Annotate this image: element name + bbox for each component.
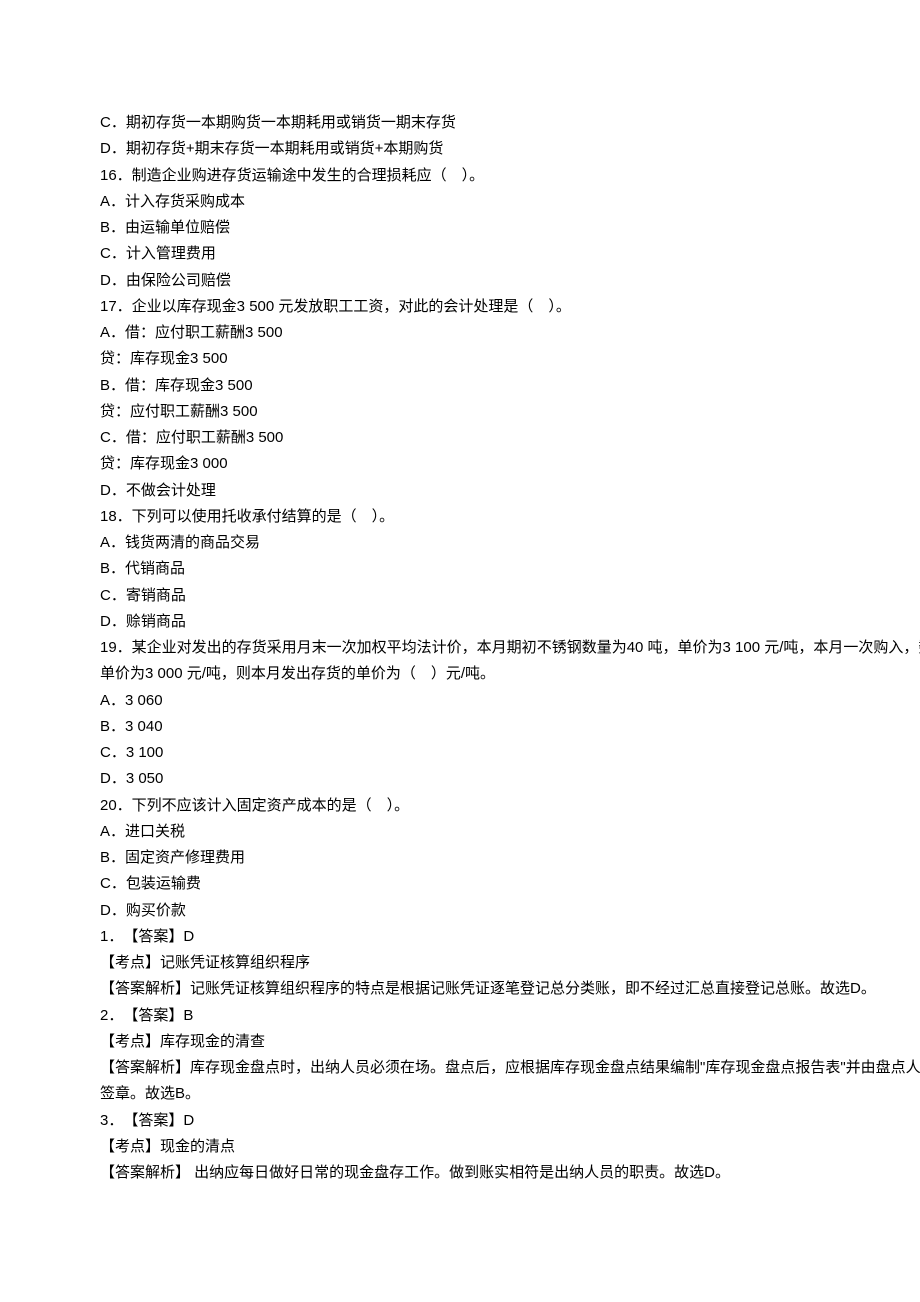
answer-exp-1: 【答案解析】库存现金盘点时，出纳人员必须在场。盘点后，应根据库存现金盘点结果编制… (100, 1055, 920, 1108)
question-4-option-0: A．进口关税 (100, 819, 920, 845)
question-0-option-1: B．由运输单位赔偿 (100, 215, 920, 241)
question-1-option-6: D．不做会计处理 (100, 478, 920, 504)
question-0-option-2: C．计入管理费用 (100, 241, 920, 267)
answer-kp-2: 【考点】现金的清点 (100, 1134, 920, 1160)
document-body: C．期初存货一本期购货一本期耗用或销货一期末存货D．期初存货+期末存货一本期耗用… (100, 110, 920, 1186)
question-stem-1: 17．企业以库存现金3 500 元发放职工工资，对此的会计处理是（ ）。 (100, 294, 920, 320)
answer-num-1: 2． 【答案】B (100, 1003, 920, 1029)
question-3-option-2: C．3 100 (100, 740, 920, 766)
question-stem-0: 16．制造企业购进存货运输途中发生的合理损耗应（ ）。 (100, 163, 920, 189)
question-1-option-5: 贷：库存现金3 000 (100, 451, 920, 477)
question-4-option-3: D．购买价款 (100, 898, 920, 924)
question-3-option-3: D．3 050 (100, 766, 920, 792)
question-1-option-1: 贷：库存现金3 500 (100, 346, 920, 372)
question-stem-2: 18．下列可以使用托收承付结算的是（ ）。 (100, 504, 920, 530)
question-stem-4: 20．下列不应该计入固定资产成本的是（ ）。 (100, 793, 920, 819)
question-1-option-0: A．借：应付职工薪酬3 500 (100, 320, 920, 346)
pre-option-1: D．期初存货+期末存货一本期耗用或销货+本期购货 (100, 136, 920, 162)
question-1-option-2: B．借：库存现金3 500 (100, 373, 920, 399)
question-4-option-1: B．固定资产修理费用 (100, 845, 920, 871)
answer-kp-0: 【考点】记账凭证核算组织程序 (100, 950, 920, 976)
question-0-option-0: A．计入存货采购成本 (100, 189, 920, 215)
answer-num-0: 1． 【答案】D (100, 924, 920, 950)
answer-num-2: 3． 【答案】D (100, 1108, 920, 1134)
question-0-option-3: D．由保险公司赔偿 (100, 268, 920, 294)
question-3-option-0: A．3 060 (100, 688, 920, 714)
pre-option-0: C．期初存货一本期购货一本期耗用或销货一期末存货 (100, 110, 920, 136)
question-2-option-0: A．钱货两清的商品交易 (100, 530, 920, 556)
question-2-option-2: C．寄销商品 (100, 583, 920, 609)
question-2-option-3: D．赊销商品 (100, 609, 920, 635)
answer-exp-2: 【答案解析】 出纳应每日做好日常的现金盘存工作。做到账实相符是出纳人员的职责。故… (100, 1160, 920, 1186)
answer-kp-1: 【考点】库存现金的清查 (100, 1029, 920, 1055)
question-1-option-4: C．借：应付职工薪酬3 500 (100, 425, 920, 451)
question-3-option-1: B．3 040 (100, 714, 920, 740)
question-4-option-2: C．包装运输费 (100, 871, 920, 897)
question-2-option-1: B．代销商品 (100, 556, 920, 582)
question-stem-3: 19．某企业对发出的存货采用月末一次加权平均法计价，本月期初不锈钢数量为40 吨… (100, 635, 920, 688)
answer-exp-0: 【答案解析】记账凭证核算组织程序的特点是根据记账凭证逐笔登记总分类账，即不经过汇… (100, 976, 920, 1002)
question-1-option-3: 贷：应付职工薪酬3 500 (100, 399, 920, 425)
